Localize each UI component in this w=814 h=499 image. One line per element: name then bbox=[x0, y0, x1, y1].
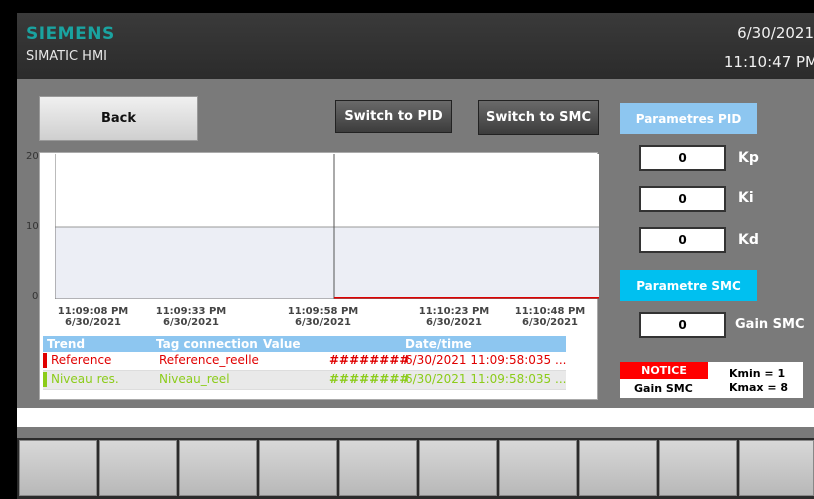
switch-to-smc-button[interactable]: Switch to SMC bbox=[478, 100, 599, 135]
y-tick-label: 20 bbox=[26, 151, 39, 162]
function-key-10[interactable] bbox=[739, 440, 814, 496]
datetime-cell: 6/30/2021 11:09:58:035 ... bbox=[405, 372, 567, 386]
function-key-3[interactable] bbox=[179, 440, 257, 496]
function-key-6[interactable] bbox=[419, 440, 497, 496]
header-bar: SIEMENS SIMATIC HMI 6/30/2021 11:10:47 P… bbox=[17, 13, 814, 79]
function-key-9[interactable] bbox=[659, 440, 737, 496]
x-tick-label: 11:09:58 PM 6/30/2021 bbox=[287, 306, 359, 328]
function-key-4[interactable] bbox=[259, 440, 337, 496]
function-key-bar bbox=[17, 438, 814, 499]
kp-field[interactable]: 0 bbox=[639, 145, 726, 171]
datetime-cell: 6/30/2021 11:09:58:035 ... bbox=[405, 353, 567, 367]
pid-parameters-title: Parametres PID bbox=[620, 103, 757, 134]
kmax-text: Kmax = 8 bbox=[729, 381, 789, 394]
table-row[interactable]: Reference Reference_reelle ######## 6/30… bbox=[43, 352, 566, 371]
x-tick-label: 11:09:33 PM 6/30/2021 bbox=[155, 306, 227, 328]
function-key-1[interactable] bbox=[19, 440, 97, 496]
function-key-7[interactable] bbox=[499, 440, 577, 496]
tag-connection: Reference_reelle bbox=[159, 353, 259, 367]
trend-name: Niveau res. bbox=[51, 372, 119, 386]
date-display: 6/30/2021 bbox=[737, 24, 814, 42]
product-name: SIMATIC HMI bbox=[26, 49, 107, 64]
brand-logo: SIEMENS bbox=[26, 24, 115, 44]
time-display: 11:10:47 PM bbox=[723, 53, 814, 71]
x-tick-label: 11:10:23 PM 6/30/2021 bbox=[418, 306, 490, 328]
notice-badge: NOTICE bbox=[620, 362, 708, 379]
column-header: Value bbox=[263, 337, 301, 351]
kd-label: Kd bbox=[738, 232, 759, 248]
x-tick-label: 11:09:08 PM 6/30/2021 bbox=[57, 306, 129, 328]
y-tick-label: 0 bbox=[32, 291, 39, 302]
function-key-2[interactable] bbox=[99, 440, 177, 496]
kp-label: Kp bbox=[738, 150, 759, 166]
column-header: Tag connection bbox=[156, 337, 258, 351]
back-button[interactable]: Back bbox=[39, 96, 198, 141]
table-header: Trend Tag connection Value Date/time bbox=[43, 336, 566, 352]
table-row[interactable]: Niveau res. Niveau_reel ######## 6/30/20… bbox=[43, 371, 566, 390]
notice-panel: NOTICE Gain SMC Kmin = 1 Kmax = 8 bbox=[620, 362, 803, 398]
series-color-swatch bbox=[43, 353, 47, 368]
series-color-swatch bbox=[43, 372, 47, 387]
y-tick-label: 10 bbox=[26, 221, 39, 232]
gain-smc-label: Gain SMC bbox=[735, 317, 805, 332]
trend-plot-area bbox=[55, 154, 599, 299]
function-key-8[interactable] bbox=[579, 440, 657, 496]
value-cell: ######## bbox=[329, 372, 410, 386]
column-header: Trend bbox=[47, 337, 86, 351]
notice-label: Gain SMC bbox=[634, 382, 693, 395]
smc-parameters-title: Parametre SMC bbox=[620, 270, 757, 301]
trend-name: Reference bbox=[51, 353, 112, 367]
switch-to-pid-button[interactable]: Switch to PID bbox=[335, 100, 452, 133]
kd-field[interactable]: 0 bbox=[639, 227, 726, 253]
value-cell: ######## bbox=[329, 353, 410, 367]
x-tick-label: 11:10:48 PM 6/30/2021 bbox=[514, 306, 586, 328]
hmi-screen: SIEMENS SIMATIC HMI 6/30/2021 11:10:47 P… bbox=[17, 13, 814, 499]
tag-connection: Niveau_reel bbox=[159, 372, 230, 386]
trend-legend-table: Trend Tag connection Value Date/time Ref… bbox=[43, 336, 566, 390]
ki-field[interactable]: 0 bbox=[639, 186, 726, 212]
function-key-5[interactable] bbox=[339, 440, 417, 496]
status-bar bbox=[17, 408, 814, 427]
kmin-text: Kmin = 1 bbox=[729, 367, 786, 380]
ki-label: Ki bbox=[738, 190, 754, 206]
gain-smc-field[interactable]: 0 bbox=[639, 312, 726, 338]
column-header: Date/time bbox=[405, 337, 472, 351]
